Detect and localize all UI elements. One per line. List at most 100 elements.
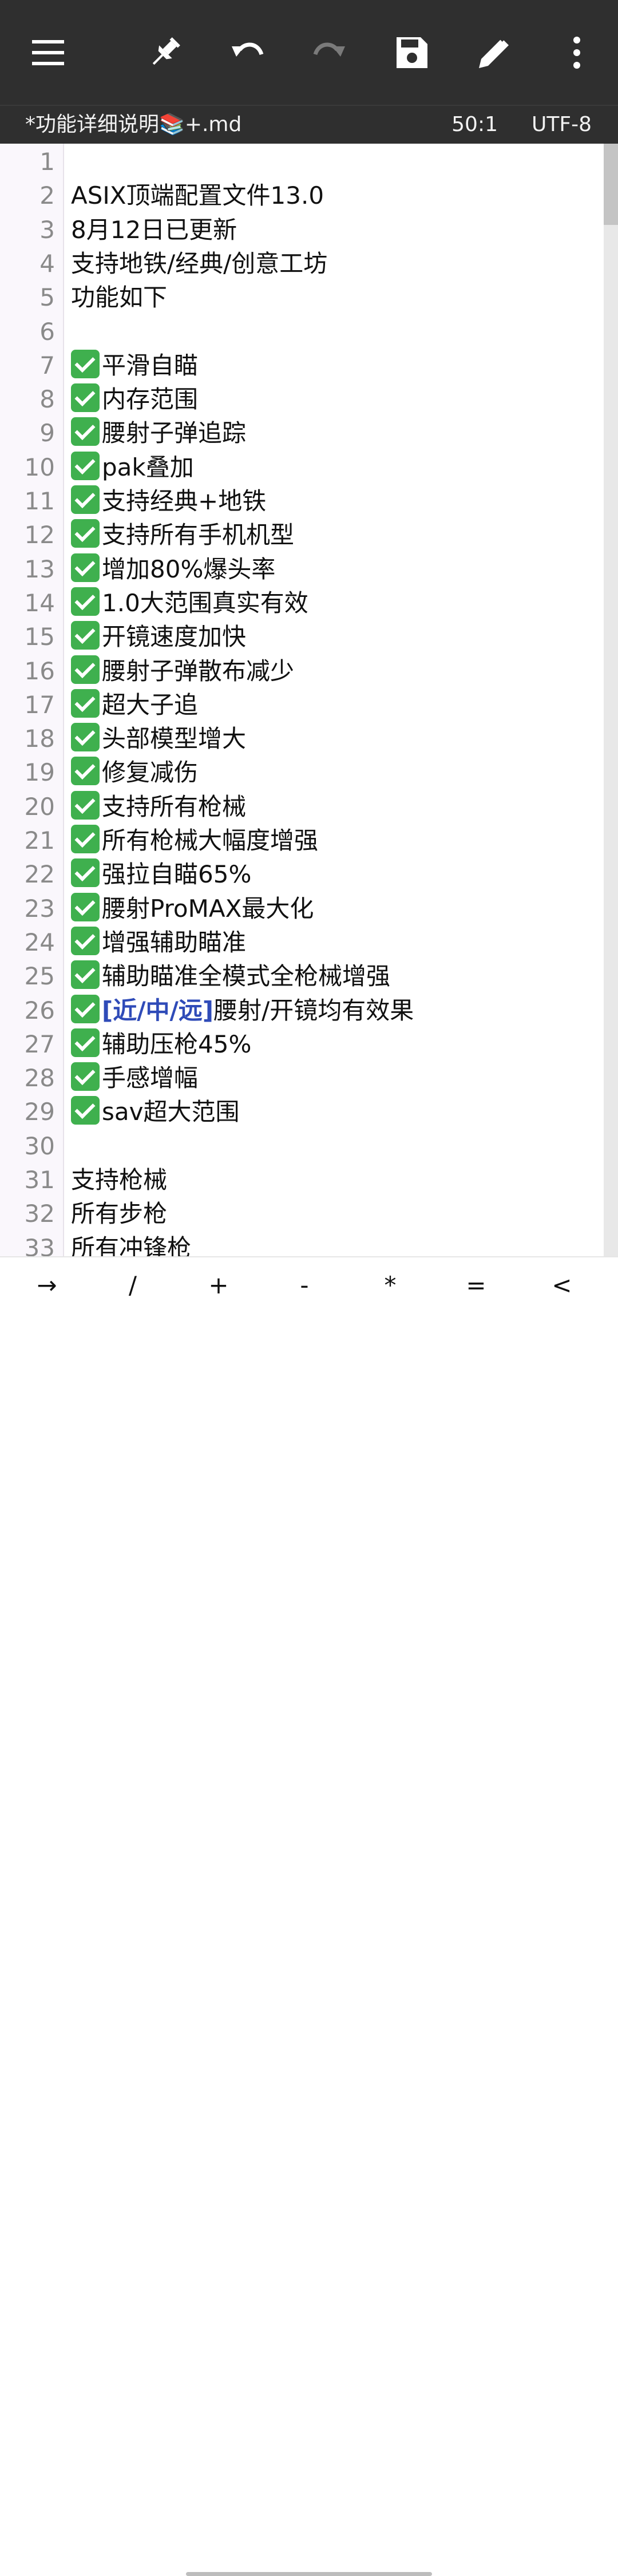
line-content: 内存范围 [102,385,199,414]
menu-button[interactable] [19,24,77,81]
editor-line[interactable]: 22 强拉自瞄65% [0,857,604,891]
line-content: 辅助压枪45% [102,1030,252,1058]
line-text: 所有冲锋枪 [71,1231,191,1256]
symbol-key[interactable]: = [442,1265,510,1305]
line-text: 8月12日已更新 [71,213,237,247]
editor-line[interactable]: 25 辅助瞄准全模式全枪械增强 [0,959,604,993]
line-number: 2 [39,181,55,210]
editor-line[interactable]: 20 支持所有枪械 [0,790,604,824]
save-icon [397,37,427,68]
editor-line[interactable]: 23 腰射ProMAX最大化 [0,892,604,925]
editor-line[interactable]: 29 sav超大范围 [0,1095,604,1129]
checkmark-icon [71,349,100,378]
line-content: 超大子追 [102,690,199,719]
line-content: 支持所有手机机型 [102,521,295,549]
scrollbar-track[interactable] [604,144,618,1256]
line-content: 所有冲锋枪 [71,1233,192,1256]
symbol-key[interactable]: < [528,1265,596,1305]
editor-line[interactable]: 12 支持所有手机机型 [0,518,604,552]
line-number: 20 [24,792,55,821]
symbol-key[interactable]: → [13,1265,81,1305]
line-number: 17 [24,690,55,719]
line-text: pak叠加 [71,450,194,484]
line-number: 8 [39,385,55,414]
checkmark-icon [71,587,100,616]
edit-icon [479,36,509,68]
line-content: 强拉自瞄65% [102,860,252,889]
line-text: 辅助压枪45% [71,1027,251,1061]
editor-line[interactable]: 1 [0,145,604,179]
editor-line[interactable]: 16 腰射子弹散布减少 [0,654,604,688]
editor-line[interactable]: 7 平滑自瞄 [0,349,604,382]
menu-icon [32,40,64,65]
editor-line[interactable]: 13 增加80%爆头率 [0,552,604,586]
editor-line[interactable]: 17 超大子追 [0,688,604,722]
editor-line[interactable]: 4 支持地铁/经典/创意工坊 [0,247,604,280]
editor-line[interactable]: 31 支持枪械 [0,1163,604,1197]
text-editor[interactable]: 1 2 ASIX顶端配置文件13.0 3 8月12日已更新 4 支持地铁/经典/创意工坊 5 功… [0,144,618,1256]
editor-line[interactable]: 19 修复减伤 [0,755,604,789]
line-number: 32 [24,1200,55,1228]
line-content: 所有枪械大幅度增强 [102,826,319,854]
more-icon [573,37,580,69]
editor-line[interactable]: 33 所有冲锋枪 [0,1231,604,1256]
editor-line[interactable]: 21 所有枪械大幅度增强 [0,824,604,857]
editor-line[interactable]: 6 [0,315,604,349]
scrollbar-thumb[interactable] [604,144,618,225]
editor-line[interactable]: 27 辅助压枪45% [0,1027,604,1061]
symbol-key[interactable]: / [98,1265,167,1305]
redo-button[interactable] [301,24,358,81]
editor-line[interactable]: 30 [0,1129,604,1163]
line-content: ASIX顶端配置文件13.0 [71,181,324,210]
save-button[interactable] [383,24,441,81]
editor-line[interactable]: 2 ASIX顶端配置文件13.0 [0,179,604,212]
symbol-key[interactable]: - [270,1265,339,1305]
editor-line[interactable]: 24 增强辅助瞄准 [0,925,604,959]
line-content: 平滑自瞄 [102,351,199,379]
editor-line[interactable]: 26 [近/中/远]腰射/开镜均有效果 [0,994,604,1027]
line-number: 15 [24,623,55,651]
editor-line[interactable]: 5 功能如下 [0,280,604,314]
symbol-key[interactable]: * [356,1265,425,1305]
checkmark-icon [71,655,100,684]
edit-button[interactable] [466,24,523,81]
checkmark-icon [71,688,100,718]
line-text: 功能如下 [71,280,167,314]
highlighted-text: [近/中/远] [102,996,214,1024]
gesture-navigation-bar[interactable] [186,2572,432,2576]
checkmark-icon [71,485,100,514]
checkmark-icon [71,383,100,413]
line-text: 支持所有枪械 [71,790,246,824]
line-content: 功能如下 [71,283,168,312]
encoding-label[interactable]: UTF-8 [532,110,592,139]
line-text: 增加80%爆头率 [71,552,275,586]
pin-button[interactable] [136,24,193,81]
line-content: pak叠加 [102,453,194,481]
line-content: 手感增幅 [102,1064,199,1093]
editor-line[interactable]: 3 8月12日已更新 [0,213,604,247]
editor-line[interactable]: 32 所有步枪 [0,1197,604,1230]
checkmark-icon [71,790,100,820]
editor-line[interactable]: 8 内存范围 [0,382,604,416]
editor-line[interactable]: 28 手感增幅 [0,1061,604,1095]
file-status-bar: *功能详细说明📚+.md 50:1 UTF-8 [0,106,618,144]
editor-line[interactable]: 14 1.0大范围真实有效 [0,586,604,620]
line-number: 10 [24,453,55,481]
checkmark-icon [71,1096,100,1125]
editor-line[interactable]: 15 开镜速度加快 [0,620,604,654]
more-options-button[interactable] [548,24,605,81]
undo-button[interactable] [219,24,276,81]
line-content: 增强辅助瞄准 [102,928,247,956]
checkmark-icon [71,960,100,990]
line-content: 所有步枪 [71,1200,168,1228]
checkmark-icon [71,858,100,888]
editor-line[interactable]: 18 头部模型增大 [0,722,604,755]
editor-line[interactable]: 10 pak叠加 [0,450,604,484]
symbol-key[interactable]: + [184,1265,253,1305]
filename[interactable]: *功能详细说明📚+.md [25,110,241,139]
editor-line[interactable]: 11 支持经典+地铁 [0,484,604,518]
line-text: 支持经典+地铁 [71,484,266,518]
line-text: 所有枪械大幅度增强 [71,824,318,857]
editor-line[interactable]: 9 腰射子弹追踪 [0,416,604,450]
line-number: 16 [24,656,55,685]
